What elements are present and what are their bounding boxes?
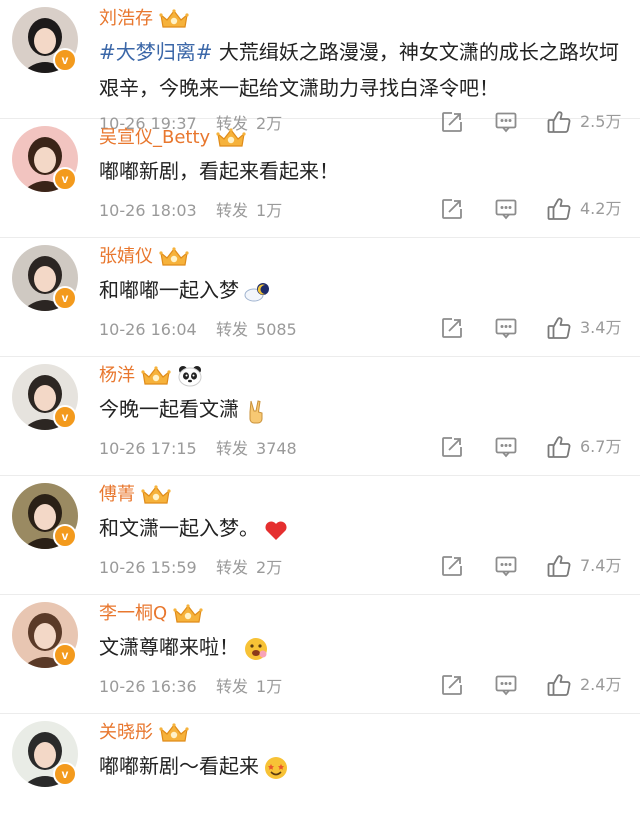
comment-icon	[495, 675, 517, 696]
action-bar: 3.4万	[0, 316, 640, 344]
share-button[interactable]	[440, 554, 464, 578]
thumbs-up-icon	[546, 434, 572, 460]
thumbs-up-icon	[546, 672, 572, 698]
victory-hand-emoji-icon	[243, 398, 269, 424]
comment-icon	[495, 437, 517, 458]
like-count: 2.4万	[580, 675, 622, 694]
crown-badge-icon	[141, 365, 171, 387]
username-row: 张婧仪	[99, 242, 189, 272]
share-icon	[442, 199, 462, 219]
verified-badge-icon: v	[53, 524, 77, 548]
action-bar: 4.2万	[0, 197, 640, 225]
crown-badge-icon	[159, 246, 189, 268]
like-button[interactable]: 2.4万	[546, 672, 621, 698]
comment-body: 嘟嘟新剧，看起来看起来！	[99, 159, 339, 183]
comment-item: v 吴宣仪_Betty 嘟嘟新剧，看起来看起来！ 10-26 18:03 转发 1万 4.2…	[0, 119, 640, 238]
comment-icon	[495, 556, 517, 577]
verified-badge-icon: v	[53, 643, 77, 667]
comment-text: 和文潇一起入梦。	[99, 510, 627, 546]
username[interactable]: 刘浩存	[99, 4, 153, 34]
username-row: 杨洋	[99, 361, 203, 391]
verified-badge-icon: v	[53, 286, 77, 310]
comment-button[interactable]	[494, 554, 518, 578]
comment-body: 和嘟嘟一起入梦	[99, 278, 239, 302]
username-row: 李一桐Q	[99, 599, 203, 629]
comment-icon	[495, 199, 517, 220]
like-count: 4.2万	[580, 199, 622, 218]
like-count: 3.4万	[580, 318, 622, 337]
comment-text: 文潇尊嘟来啦！	[99, 629, 627, 665]
thumbs-up-icon	[546, 315, 572, 341]
comment-text: #大梦归离# 大荒缉妖之路漫漫，神女文潇的成长之路坎坷艰辛，今晚来一起给文潇助力…	[99, 34, 627, 106]
comment-item: v 张婧仪 和嘟嘟一起入梦 10-26 16:04 转发 5085 3.4万	[0, 238, 640, 357]
comment-item: v 傅菁 和文潇一起入梦。 10-26 15:59 转发 2万 7.4万	[0, 476, 640, 595]
username-row: 刘浩存	[99, 4, 189, 34]
excited-face-emoji-icon	[243, 636, 269, 662]
like-count: 7.4万	[580, 556, 622, 575]
crown-badge-icon	[141, 484, 171, 506]
crown-badge-icon	[159, 8, 189, 30]
like-button[interactable]: 6.7万	[546, 434, 621, 460]
username[interactable]: 张婧仪	[99, 242, 153, 272]
username[interactable]: 吴宣仪_Betty	[99, 123, 210, 153]
like-button[interactable]: 4.2万	[546, 196, 621, 222]
comment-text: 和嘟嘟一起入梦	[99, 272, 627, 308]
comment-body: 文潇尊嘟来啦！	[99, 635, 239, 659]
comment-text: 嘟嘟新剧～看起来	[99, 748, 627, 784]
username-row: 傅菁	[99, 480, 171, 510]
hashtag-link[interactable]: #大梦归离#	[99, 40, 213, 64]
crown-badge-icon	[173, 603, 203, 625]
share-icon	[442, 437, 462, 457]
comment-text: 嘟嘟新剧，看起来看起来！	[99, 153, 627, 189]
username-row: 吴宣仪_Betty	[99, 123, 246, 153]
share-button[interactable]	[440, 316, 464, 340]
comment-body: 今晚一起看文潇	[99, 397, 239, 421]
username[interactable]: 杨洋	[99, 361, 135, 391]
action-bar: 2.4万	[0, 673, 640, 701]
share-icon	[442, 556, 462, 576]
comment-button[interactable]	[494, 673, 518, 697]
comment-button[interactable]	[494, 435, 518, 459]
username[interactable]: 李一桐Q	[99, 599, 167, 629]
share-icon	[442, 318, 462, 338]
comment-item: v 李一桐Q 文潇尊嘟来啦！ 10-26 16:36 转发 1万 2.4万	[0, 595, 640, 714]
action-bar: 6.7万	[0, 435, 640, 463]
username-row: 关晓彤	[99, 718, 189, 748]
verified-badge-icon: v	[53, 405, 77, 429]
comment-text: 今晚一起看文潇	[99, 391, 627, 427]
username[interactable]: 傅菁	[99, 480, 135, 510]
crown-badge-icon	[216, 127, 246, 149]
comment-body: 嘟嘟新剧～看起来	[99, 754, 259, 778]
like-count: 6.7万	[580, 437, 622, 456]
share-button[interactable]	[440, 435, 464, 459]
comment-feed: v 刘浩存 #大梦归离# 大荒缉妖之路漫漫，神女文潇的成长之路坎坷艰辛，今晚来一起给…	[0, 0, 640, 819]
comment-body: 和文潇一起入梦。	[99, 516, 259, 540]
comment-button[interactable]	[494, 197, 518, 221]
star-eyes-face-emoji-icon	[263, 755, 289, 781]
comment-item: v 杨洋 今晚一起看文潇 10-26 17:15 转发 3748 6.7万	[0, 357, 640, 476]
comment-icon	[495, 318, 517, 339]
share-icon	[442, 675, 462, 695]
like-button[interactable]: 3.4万	[546, 315, 621, 341]
comment-button[interactable]	[494, 316, 518, 340]
verified-badge-icon: v	[53, 167, 77, 191]
action-bar: 7.4万	[0, 554, 640, 582]
crown-badge-icon	[159, 722, 189, 744]
like-button[interactable]: 7.4万	[546, 553, 621, 579]
share-button[interactable]	[440, 197, 464, 221]
thumbs-up-icon	[546, 553, 572, 579]
share-button[interactable]	[440, 673, 464, 697]
thumbs-up-icon	[546, 196, 572, 222]
verified-badge-icon: v	[53, 48, 77, 72]
verified-badge-icon: v	[53, 762, 77, 786]
panda-icon	[177, 365, 203, 387]
heart-emoji-icon	[263, 517, 289, 543]
comment-item: v 关晓彤嘟嘟新剧～看起来	[0, 714, 640, 833]
cloud-and-moon-emoji-icon	[243, 279, 269, 305]
comment-item: v 刘浩存 #大梦归离# 大荒缉妖之路漫漫，神女文潇的成长之路坎坷艰辛，今晚来一起给…	[0, 0, 640, 133]
username[interactable]: 关晓彤	[99, 718, 153, 748]
